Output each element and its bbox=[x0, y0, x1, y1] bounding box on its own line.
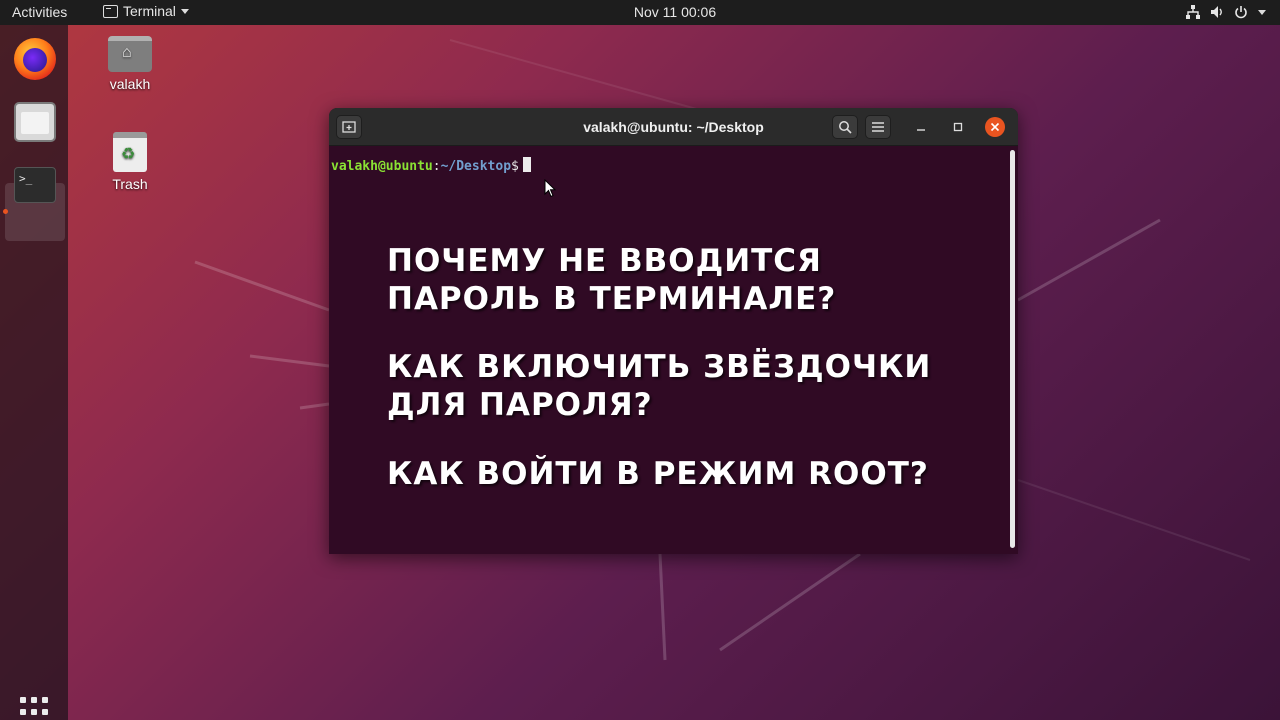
trash-label: Trash bbox=[112, 176, 148, 192]
dock-files[interactable] bbox=[14, 102, 56, 144]
terminal-body[interactable]: valakh@ubuntu:~/Desktop$ ПОЧЕМУ НЕ ВВОДИ… bbox=[329, 146, 1018, 554]
overlay-line-4: ДЛЯ ПАРОЛЯ? bbox=[387, 387, 653, 423]
maximize-button[interactable] bbox=[948, 117, 968, 137]
clock[interactable]: Nov 11 00:06 bbox=[0, 4, 1280, 20]
search-button[interactable] bbox=[832, 115, 858, 139]
menu-button[interactable] bbox=[865, 115, 891, 139]
overlay-line-5: КАК ВОЙТИ В РЕЖИМ ROOT? bbox=[387, 456, 929, 492]
overlay-line-3: КАК ВКЛЮЧИТЬ ЗВЁЗДОЧКИ bbox=[387, 349, 932, 385]
close-icon bbox=[990, 122, 1000, 132]
prompt-symbol: $ bbox=[511, 159, 519, 174]
show-applications-button[interactable] bbox=[20, 697, 50, 720]
desktop-trash[interactable]: Trash bbox=[85, 132, 175, 192]
dock: >_ bbox=[0, 25, 68, 720]
home-folder-label: valakh bbox=[109, 76, 151, 92]
close-button[interactable] bbox=[985, 117, 1005, 137]
prompt-colon: : bbox=[432, 159, 441, 174]
dock-firefox[interactable] bbox=[14, 38, 56, 80]
prompt-path: ~/Desktop bbox=[440, 159, 512, 174]
files-icon bbox=[14, 102, 56, 142]
minimize-icon bbox=[917, 129, 925, 131]
terminal-window[interactable]: valakh@ubuntu: ~/Desktop valakh@ubuntu:~… bbox=[329, 108, 1018, 554]
text-cursor bbox=[522, 157, 531, 172]
search-icon bbox=[839, 121, 852, 134]
power-icon bbox=[1235, 6, 1247, 19]
running-indicator bbox=[3, 209, 8, 214]
terminal-header-bar[interactable]: valakh@ubuntu: ~/Desktop bbox=[329, 108, 1018, 146]
prompt-user: valakh@ubuntu bbox=[331, 159, 433, 174]
overlay-line-1: ПОЧЕМУ НЕ ВВОДИТСЯ bbox=[387, 243, 822, 279]
home-folder-icon bbox=[108, 36, 152, 72]
minimize-button[interactable] bbox=[911, 117, 931, 137]
dock-terminal[interactable]: >_ bbox=[14, 167, 56, 209]
system-status-area[interactable] bbox=[1186, 5, 1266, 19]
chevron-down-icon bbox=[1258, 9, 1266, 15]
firefox-icon bbox=[14, 38, 56, 80]
top-bar: Activities Terminal Nov 11 00:06 bbox=[0, 0, 1280, 25]
prompt-line: valakh@ubuntu:~/Desktop$ bbox=[331, 157, 531, 174]
desktop-home-folder[interactable]: valakh bbox=[85, 36, 175, 92]
overlay-line-2: ПАРОЛЬ В ТЕРМИНАЛЕ? bbox=[387, 281, 837, 317]
mouse-pointer-icon bbox=[544, 179, 557, 198]
terminal-icon: >_ bbox=[14, 167, 56, 203]
scrollbar[interactable] bbox=[1010, 150, 1015, 548]
maximize-icon bbox=[953, 122, 963, 132]
trash-icon bbox=[113, 132, 147, 172]
volume-icon bbox=[1211, 6, 1222, 18]
network-icon bbox=[1186, 5, 1200, 19]
hamburger-icon bbox=[872, 122, 884, 132]
